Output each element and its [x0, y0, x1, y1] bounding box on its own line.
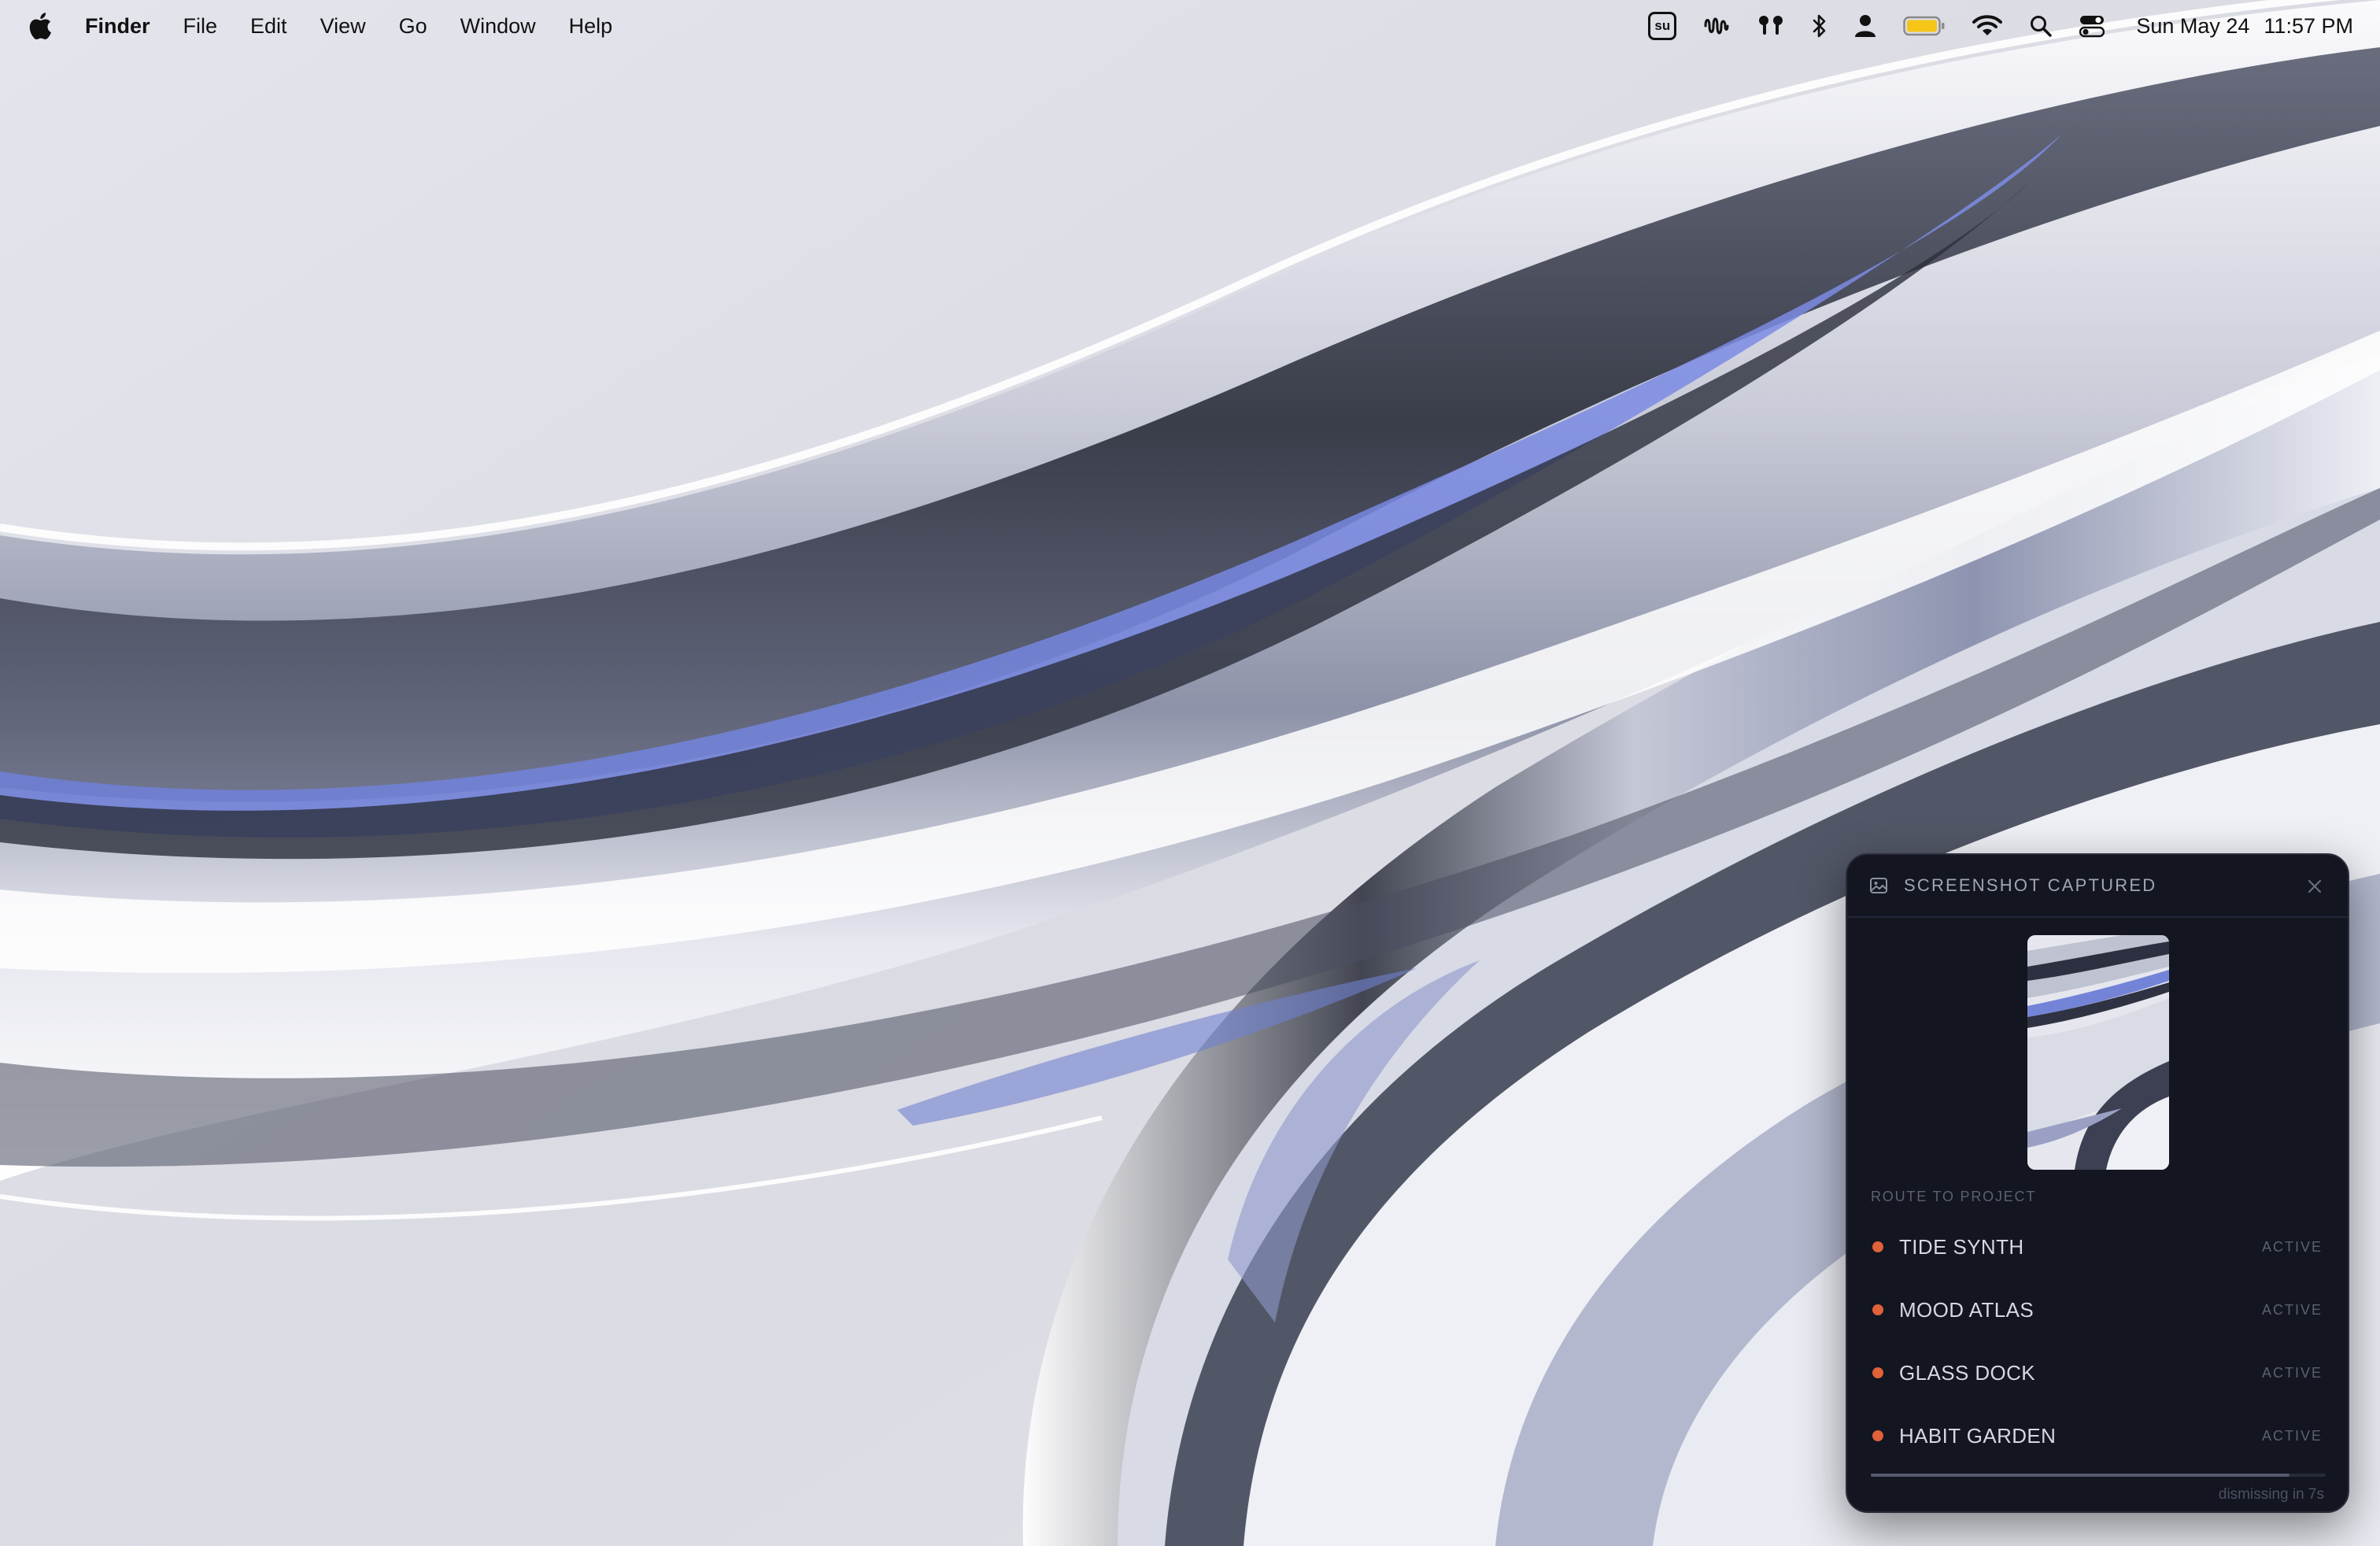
control-center-icon[interactable] [2079, 10, 2105, 42]
screenshot-capture-panel: SCREENSHOT CAPTURED ROUTE TO PROJECT TID… [1846, 853, 2349, 1513]
project-status-dot [1872, 1241, 1883, 1252]
project-name: GLASS DOCK [1899, 1360, 2036, 1385]
panel-header: SCREENSHOT CAPTURED [1847, 855, 2348, 918]
menu-help[interactable]: Help [569, 14, 613, 39]
project-row-tide-synth[interactable]: TIDE SYNTH ACTIVE [1847, 1215, 2348, 1278]
project-status: ACTIVE [2261, 1427, 2323, 1444]
project-status-dot [1872, 1367, 1883, 1378]
project-row-glass-dock[interactable]: GLASS DOCK ACTIVE [1847, 1341, 2348, 1404]
project-name: TIDE SYNTH [1899, 1234, 2024, 1259]
close-icon[interactable] [2305, 877, 2324, 896]
route-to-project-label: ROUTE TO PROJECT [1871, 1189, 2037, 1204]
clock-time: 11:57 PM [2264, 13, 2353, 38]
su-badge-text: su [1648, 12, 1677, 40]
user-icon[interactable] [1854, 10, 1876, 42]
dismiss-progress-bar [1871, 1474, 2326, 1477]
bluetooth-icon[interactable] [1812, 10, 1828, 42]
menu-edit[interactable]: Edit [250, 14, 287, 39]
panel-title: SCREENSHOT CAPTURED [1904, 875, 2157, 895]
project-list: TIDE SYNTH ACTIVE MOOD ATLAS ACTIVE GLAS… [1847, 1215, 2348, 1467]
menu-view[interactable]: View [320, 14, 366, 39]
project-name: HABIT GARDEN [1899, 1423, 2057, 1448]
desktop: Finder File Edit View Go Window Help su [0, 0, 2380, 1546]
audio-waveform-icon[interactable] [1703, 10, 1730, 42]
menu-bar-clock[interactable]: Sun May 24 11:57 PM [2136, 14, 2353, 39]
project-status: ACTIVE [2261, 1364, 2323, 1381]
menu-app-name[interactable]: Finder [85, 14, 150, 39]
project-row-habit-garden[interactable]: HABIT GARDEN ACTIVE [1847, 1404, 2348, 1467]
menu-go[interactable]: Go [399, 14, 427, 39]
project-row-mood-atlas[interactable]: MOOD ATLAS ACTIVE [1847, 1278, 2348, 1341]
project-status-dot [1872, 1304, 1883, 1315]
image-icon [1869, 875, 1890, 896]
screenshot-thumbnail[interactable] [2027, 935, 2169, 1170]
su-badge-icon[interactable]: su [1648, 10, 1677, 42]
dismiss-progress-fill [1871, 1474, 2289, 1477]
menu-file[interactable]: File [183, 14, 218, 39]
project-name: MOOD ATLAS [1899, 1297, 2034, 1322]
project-status-dot [1872, 1430, 1883, 1441]
airpods-icon[interactable] [1757, 10, 1785, 42]
search-icon[interactable] [2029, 10, 2053, 42]
menu-bar: Finder File Edit View Go Window Help su [0, 0, 2380, 52]
apple-logo-icon[interactable] [28, 10, 55, 42]
clock-date: Sun May 24 [2136, 13, 2250, 38]
project-status: ACTIVE [2261, 1301, 2323, 1318]
battery-icon[interactable] [1903, 10, 1946, 42]
dismiss-countdown: dismissing in 7s [2218, 1486, 2324, 1503]
wifi-icon[interactable] [1972, 10, 2003, 42]
project-status: ACTIVE [2261, 1238, 2323, 1255]
menu-window[interactable]: Window [460, 14, 536, 39]
